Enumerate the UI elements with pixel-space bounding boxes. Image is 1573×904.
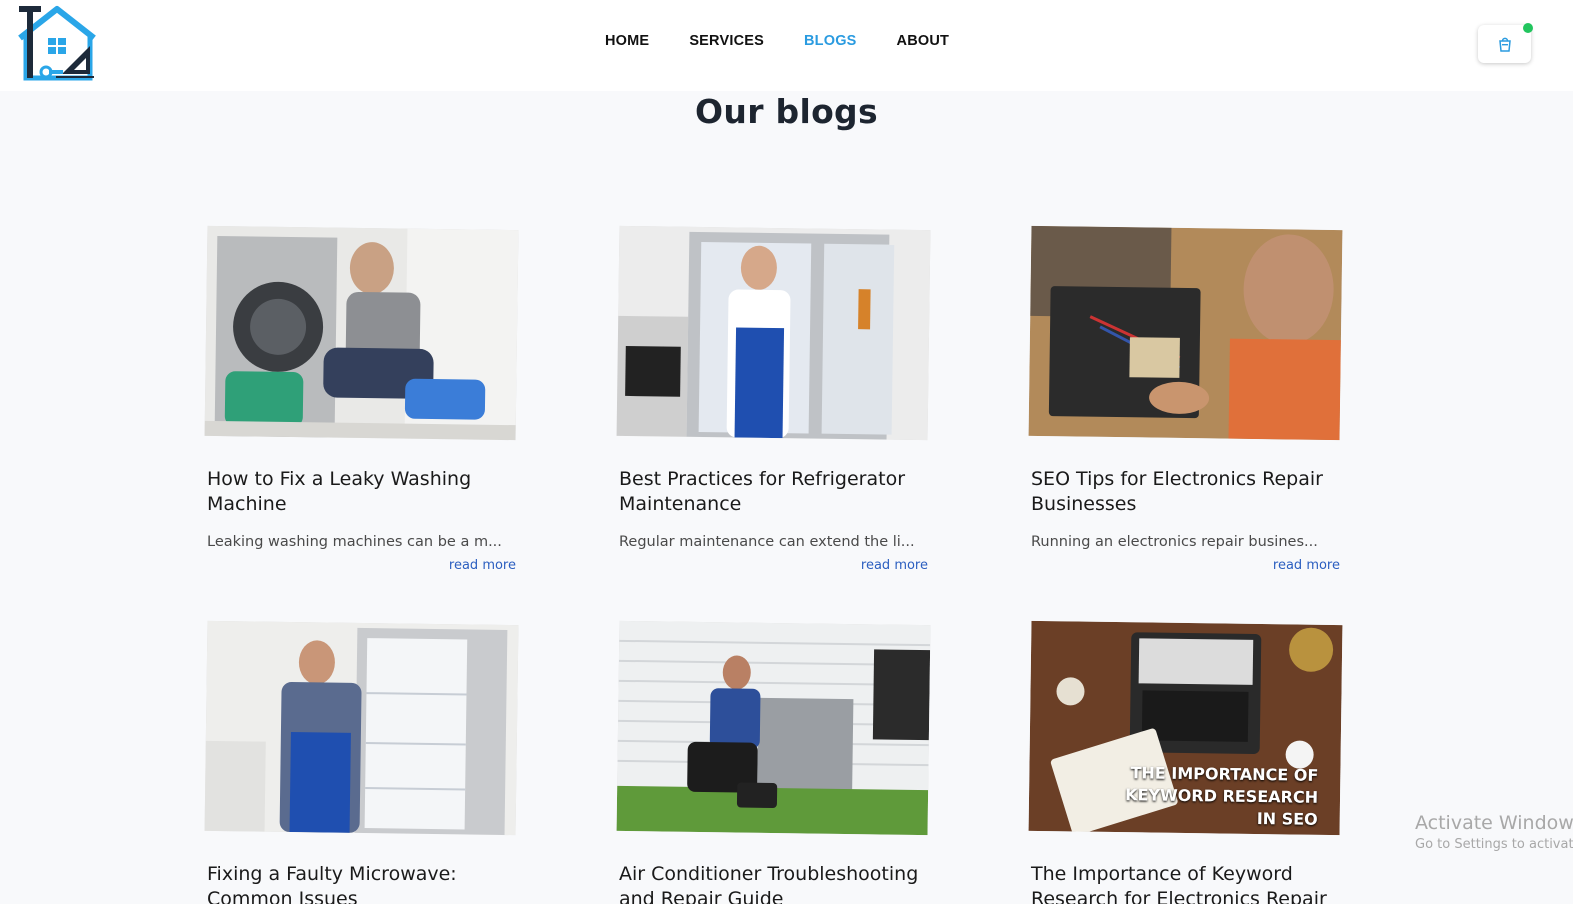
- shopping-bag-icon: [1498, 37, 1511, 52]
- blog-title[interactable]: Best Practices for Refrigerator Maintena…: [619, 467, 939, 517]
- nav-about[interactable]: ABOUT: [897, 33, 950, 49]
- blog-thumbnail-electronics[interactable]: [1028, 225, 1343, 441]
- main-nav: HOME SERVICES BLOGS ABOUT: [605, 33, 949, 49]
- nav-home[interactable]: HOME: [605, 33, 649, 49]
- blog-title[interactable]: SEO Tips for Electronics Repair Business…: [1031, 467, 1351, 517]
- page-title: Our blogs: [695, 92, 878, 131]
- blog-excerpt: Leaking washing machines can be a m...: [207, 534, 502, 550]
- read-more-link[interactable]: read more: [206, 558, 516, 573]
- blog-excerpt: Regular maintenance can extend the li...: [619, 534, 915, 550]
- blog-title[interactable]: Air Conditioner Troubleshooting and Repa…: [619, 862, 939, 904]
- blog-thumbnail-air-conditioner[interactable]: [616, 620, 931, 836]
- site-logo[interactable]: [16, 4, 98, 82]
- site-header: HOME SERVICES BLOGS ABOUT: [0, 0, 1573, 91]
- nav-blogs[interactable]: BLOGS: [804, 33, 857, 49]
- read-more-link[interactable]: read more: [618, 558, 928, 573]
- nav-services[interactable]: SERVICES: [689, 33, 764, 49]
- blog-title[interactable]: The Importance of Keyword Research for E…: [1031, 862, 1351, 904]
- blog-title[interactable]: Fixing a Faulty Microwave: Common Issues: [207, 862, 527, 904]
- cart-status-dot: [1523, 23, 1533, 33]
- read-more-link[interactable]: read more: [1030, 558, 1340, 573]
- blog-thumbnail-open-fridge[interactable]: [204, 620, 519, 836]
- blog-thumbnail-washing-machine[interactable]: [204, 225, 519, 441]
- watermark-line-2: Go to Settings to activate Windows.: [1415, 837, 1573, 852]
- windows-activation-watermark: Activate Windows Go to Settings to activ…: [1415, 811, 1573, 855]
- watermark-line-1: Activate Windows: [1415, 812, 1573, 834]
- blog-excerpt: Running an electronics repair busines...: [1031, 534, 1318, 550]
- thumbnail-caption: THE IMPORTANCE OF KEYWORD RESEARCH IN SE…: [1125, 763, 1319, 829]
- blog-title[interactable]: How to Fix a Leaky Washing Machine: [207, 467, 527, 517]
- blog-thumbnail-keyword-research[interactable]: THE IMPORTANCE OF KEYWORD RESEARCH IN SE…: [1028, 620, 1343, 836]
- blog-thumbnail-refrigerator[interactable]: [616, 225, 931, 441]
